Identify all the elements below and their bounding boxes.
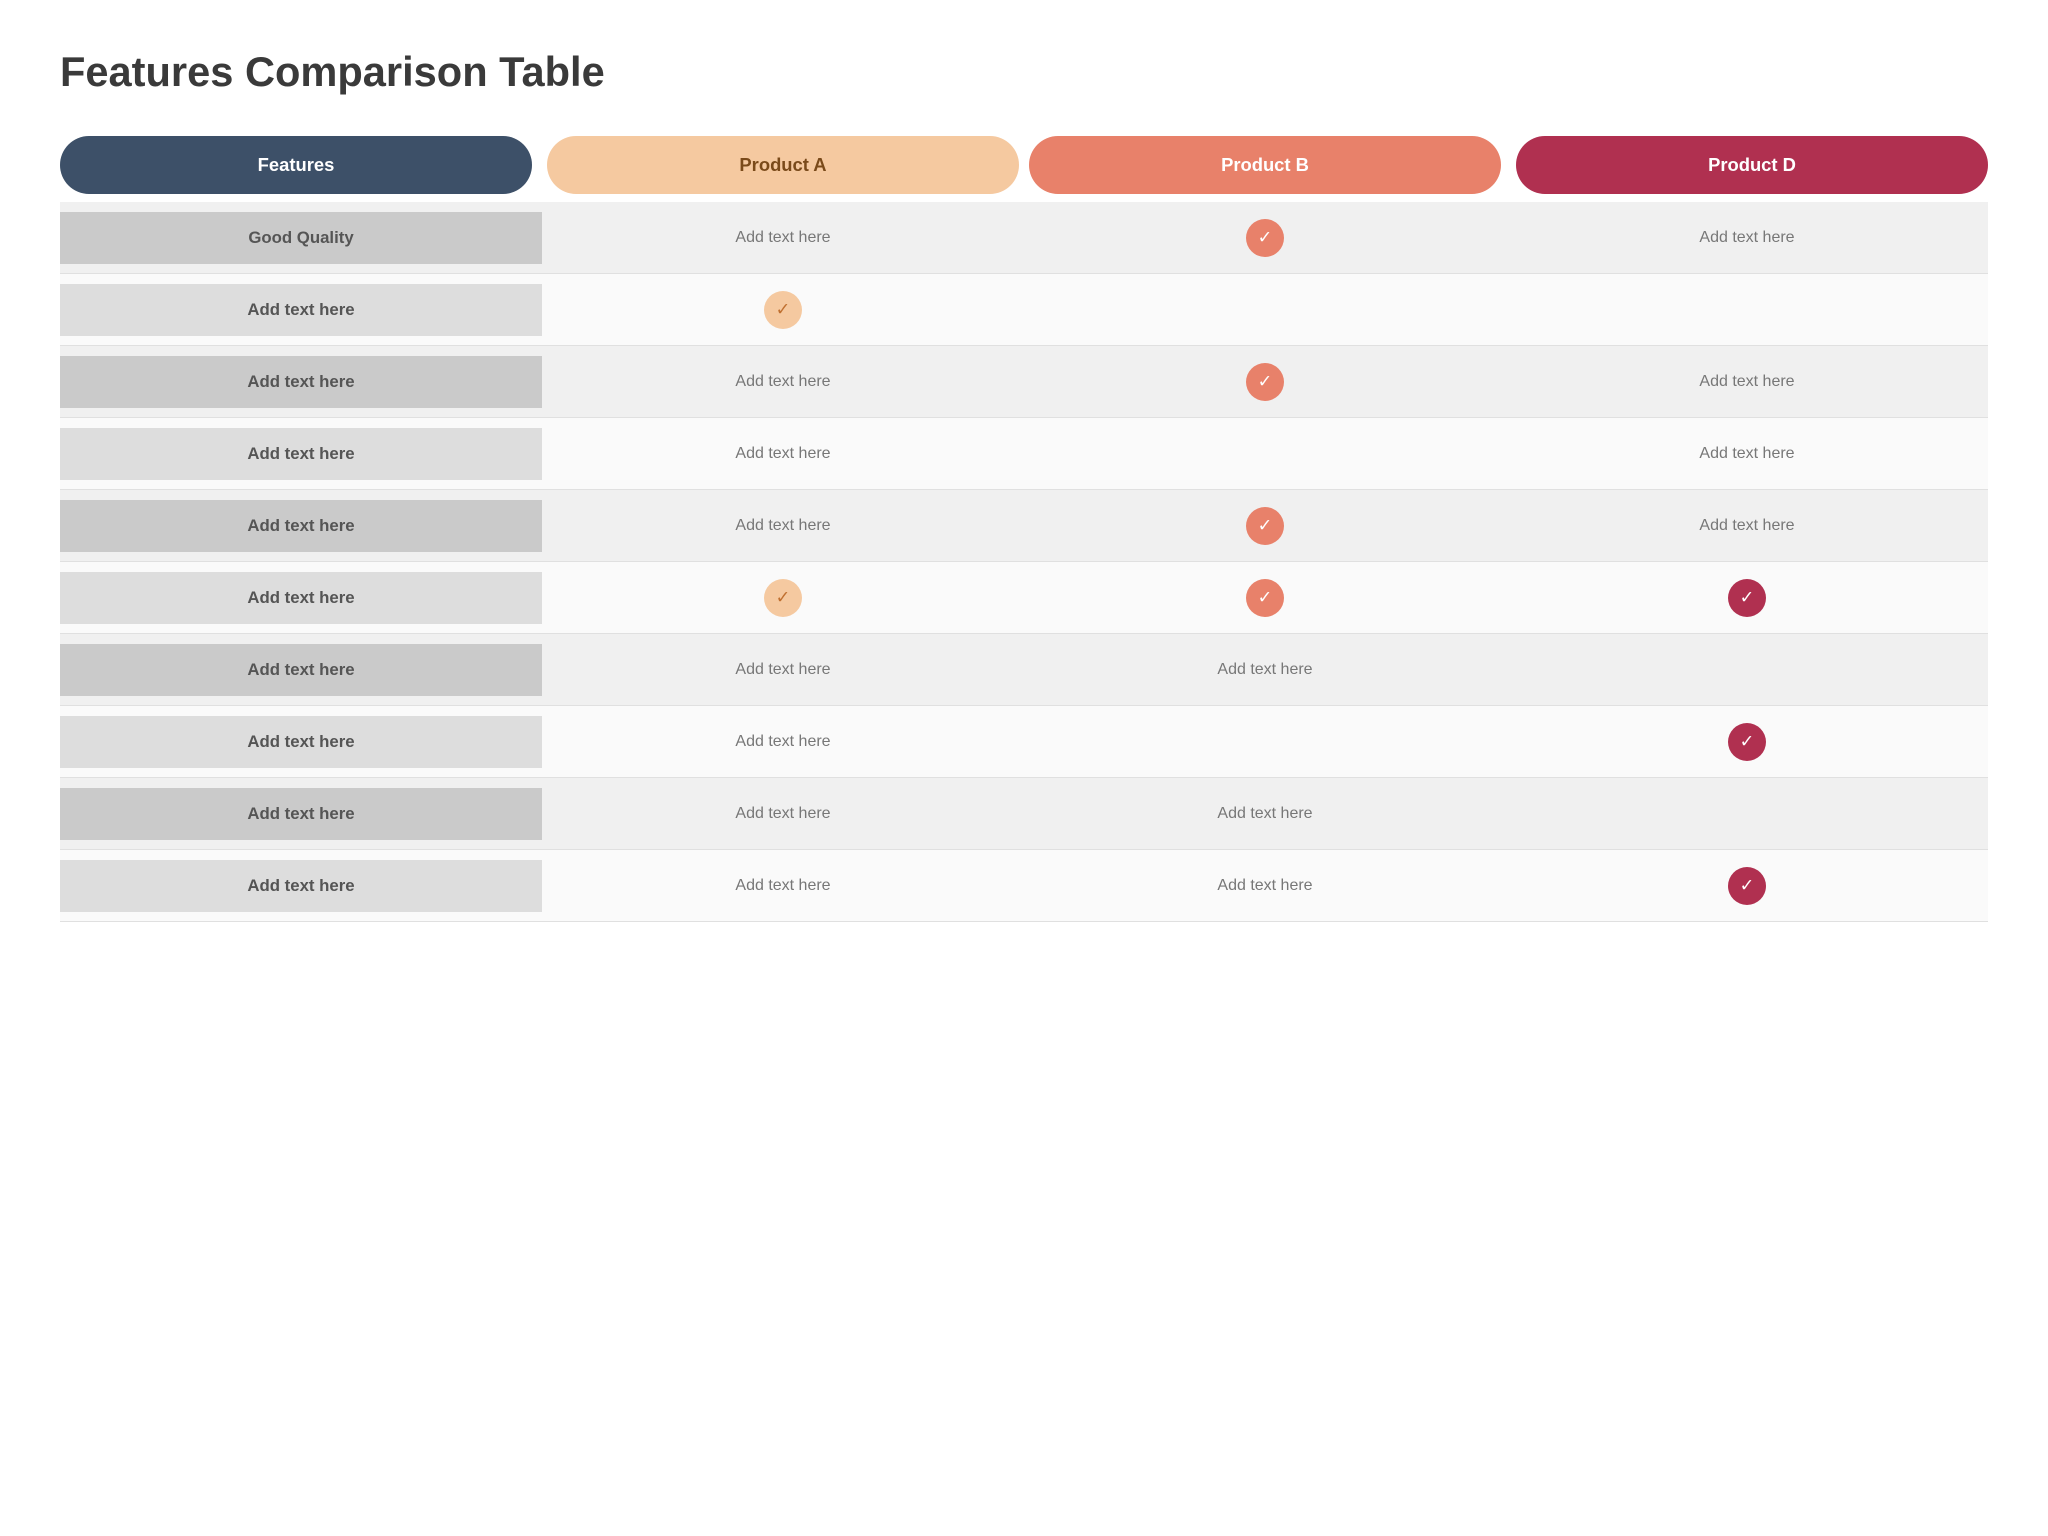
cell-text: Add text here bbox=[1024, 861, 1506, 911]
cell-text: Add text here bbox=[1506, 501, 1988, 551]
cell-check: ✓ bbox=[1024, 347, 1506, 417]
cell-check: ✓ bbox=[1024, 563, 1506, 633]
cell-feature-label: Add text here bbox=[60, 716, 542, 768]
table-row: Add text here ✓ bbox=[60, 274, 1988, 346]
cell-empty bbox=[1506, 294, 1988, 326]
cell-text: Add text here bbox=[542, 213, 1024, 263]
table-row: Add text hereAdd text here✓Add text here bbox=[60, 346, 1988, 418]
check-icon: ✓ bbox=[1246, 363, 1284, 401]
cell-text: Add text here bbox=[1506, 213, 1988, 263]
table-row: Add text here ✓ ✓ ✓ bbox=[60, 562, 1988, 634]
check-icon: ✓ bbox=[1246, 507, 1284, 545]
cell-feature-label: Add text here bbox=[60, 356, 542, 408]
cell-text: Add text here bbox=[1506, 429, 1988, 479]
header-product-a: Product A bbox=[547, 136, 1019, 194]
cell-feature-label: Good Quality bbox=[60, 212, 542, 264]
cell-feature-label: Add text here bbox=[60, 500, 542, 552]
cell-empty bbox=[1506, 654, 1988, 686]
cell-feature-label: Add text here bbox=[60, 644, 542, 696]
cell-check: ✓ bbox=[542, 563, 1024, 633]
table-row: Good QualityAdd text here✓Add text here bbox=[60, 202, 1988, 274]
cell-text: Add text here bbox=[542, 717, 1024, 767]
comparison-table: Features Product A Product B Product D G… bbox=[60, 136, 1988, 922]
page-title: Features Comparison Table bbox=[60, 48, 1988, 96]
cell-empty bbox=[1024, 294, 1506, 326]
check-icon: ✓ bbox=[764, 579, 802, 617]
cell-text: Add text here bbox=[542, 645, 1024, 695]
table-row: Add text hereAdd text hereAdd text here✓ bbox=[60, 850, 1988, 922]
cell-feature-label: Add text here bbox=[60, 428, 542, 480]
cell-check: ✓ bbox=[1024, 203, 1506, 273]
cell-text: Add text here bbox=[1506, 357, 1988, 407]
cell-check: ✓ bbox=[1506, 563, 1988, 633]
check-icon: ✓ bbox=[1728, 579, 1766, 617]
cell-text: Add text here bbox=[1024, 645, 1506, 695]
check-icon: ✓ bbox=[1728, 867, 1766, 905]
check-icon: ✓ bbox=[1728, 723, 1766, 761]
check-icon: ✓ bbox=[1246, 219, 1284, 257]
cell-empty bbox=[1506, 798, 1988, 830]
table-row: Add text hereAdd text here✓Add text here bbox=[60, 490, 1988, 562]
header-product-b: Product B bbox=[1029, 136, 1501, 194]
cell-feature-label: Add text here bbox=[60, 788, 542, 840]
cell-text: Add text here bbox=[542, 861, 1024, 911]
header-features: Features bbox=[60, 136, 532, 194]
check-icon: ✓ bbox=[764, 291, 802, 329]
header-product-d: Product D bbox=[1516, 136, 1988, 194]
cell-feature-label: Add text here bbox=[60, 572, 542, 624]
cell-text: Add text here bbox=[542, 501, 1024, 551]
cell-empty bbox=[1024, 438, 1506, 470]
table-row: Add text hereAdd text hereAdd text here bbox=[60, 634, 1988, 706]
cell-text: Add text here bbox=[542, 357, 1024, 407]
cell-empty bbox=[1024, 726, 1506, 758]
table-body: Good QualityAdd text here✓Add text hereA… bbox=[60, 202, 1988, 922]
cell-text: Add text here bbox=[1024, 789, 1506, 839]
table-row: Add text hereAdd text hereAdd text here bbox=[60, 778, 1988, 850]
table-header: Features Product A Product B Product D bbox=[60, 136, 1988, 194]
cell-check: ✓ bbox=[1024, 491, 1506, 561]
table-row: Add text hereAdd text hereAdd text here bbox=[60, 418, 1988, 490]
cell-text: Add text here bbox=[542, 789, 1024, 839]
cell-feature-label: Add text here bbox=[60, 284, 542, 336]
cell-feature-label: Add text here bbox=[60, 860, 542, 912]
cell-check: ✓ bbox=[542, 275, 1024, 345]
cell-text: Add text here bbox=[542, 429, 1024, 479]
check-icon: ✓ bbox=[1246, 579, 1284, 617]
cell-check: ✓ bbox=[1506, 851, 1988, 921]
table-row: Add text hereAdd text here ✓ bbox=[60, 706, 1988, 778]
cell-check: ✓ bbox=[1506, 707, 1988, 777]
